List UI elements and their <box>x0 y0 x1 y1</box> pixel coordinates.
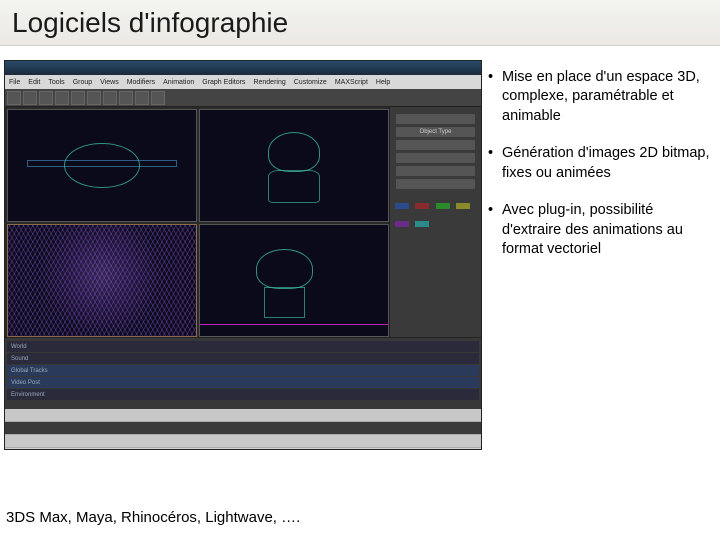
menu-item[interactable]: MAXScript <box>335 79 368 86</box>
viewport-front[interactable] <box>199 109 389 222</box>
viewport-top[interactable] <box>7 109 197 222</box>
toolbar-button[interactable] <box>119 91 133 105</box>
app-toolbar <box>5 89 481 107</box>
swatch[interactable] <box>395 203 409 209</box>
panel-row[interactable] <box>396 166 475 176</box>
slide-content: File Edit Tools Group Views Modifiers An… <box>4 60 712 450</box>
slide-footer: 3DS Max, Maya, Rhinocéros, Lightwave, …. <box>6 509 300 526</box>
toolbar-button[interactable] <box>39 91 53 105</box>
bullet-item: Génération d'images 2D bitmap, fixes ou … <box>488 144 712 183</box>
menu-item[interactable]: File <box>9 79 20 86</box>
toolbar-button[interactable] <box>55 91 69 105</box>
toolbar-button[interactable] <box>23 91 37 105</box>
toolbar-button[interactable] <box>7 91 21 105</box>
swatch[interactable] <box>415 221 429 227</box>
bullet-list: Mise en place d'un espace 3D, complexe, … <box>488 60 712 450</box>
menu-item[interactable]: Modifiers <box>127 79 155 86</box>
panel-header <box>396 114 475 124</box>
panel-row[interactable] <box>396 179 475 189</box>
panel-row[interactable] <box>396 153 475 163</box>
viewports <box>5 107 391 339</box>
track-row[interactable]: World <box>7 341 479 352</box>
panel-row: Object Type <box>396 127 475 137</box>
menu-item[interactable]: Views <box>100 79 119 86</box>
toolbar-button[interactable] <box>135 91 149 105</box>
app-screenshot: File Edit Tools Group Views Modifiers An… <box>4 60 482 450</box>
swatch[interactable] <box>436 203 450 209</box>
menu-item[interactable]: Help <box>376 79 390 86</box>
status-bar <box>5 409 481 449</box>
menu-item[interactable]: Animation <box>163 79 194 86</box>
track-row[interactable]: Video Post <box>7 377 479 388</box>
color-swatches <box>394 197 477 233</box>
panel-row[interactable] <box>396 140 475 150</box>
track-view: World Sound Global Tracks Video Post Env… <box>5 337 481 409</box>
bullet-item: Avec plug-in, possibilité d'extraire des… <box>488 201 712 259</box>
slide-title: Logiciels d'infographie <box>12 7 288 39</box>
toolbar-button[interactable] <box>151 91 165 105</box>
menu-item[interactable]: Customize <box>294 79 327 86</box>
prompt-row <box>5 435 481 448</box>
menu-item[interactable]: Edit <box>28 79 40 86</box>
toolbar-button[interactable] <box>103 91 117 105</box>
track-row[interactable]: Environment <box>7 389 479 400</box>
time-slider[interactable] <box>5 409 481 422</box>
toolbar-button[interactable] <box>87 91 101 105</box>
menu-item[interactable]: Group <box>73 79 92 86</box>
viewport-right[interactable] <box>199 224 389 337</box>
app-menubar: File Edit Tools Group Views Modifiers An… <box>5 75 481 89</box>
slide-title-bar: Logiciels d'infographie <box>0 0 720 46</box>
command-panel: Object Type <box>389 107 481 339</box>
menu-item[interactable]: Graph Editors <box>202 79 245 86</box>
app-window-titlebar <box>5 61 481 75</box>
menu-item[interactable]: Tools <box>48 79 64 86</box>
viewport-perspective[interactable] <box>7 224 197 337</box>
toolbar-button[interactable] <box>71 91 85 105</box>
swatch[interactable] <box>456 203 470 209</box>
track-row[interactable]: Sound <box>7 353 479 364</box>
bullet-item: Mise en place d'un espace 3D, complexe, … <box>488 68 712 126</box>
swatch[interactable] <box>395 221 409 227</box>
menu-item[interactable]: Rendering <box>253 79 285 86</box>
transport-row <box>5 422 481 435</box>
swatch[interactable] <box>415 203 429 209</box>
track-row[interactable]: Global Tracks <box>7 365 479 376</box>
